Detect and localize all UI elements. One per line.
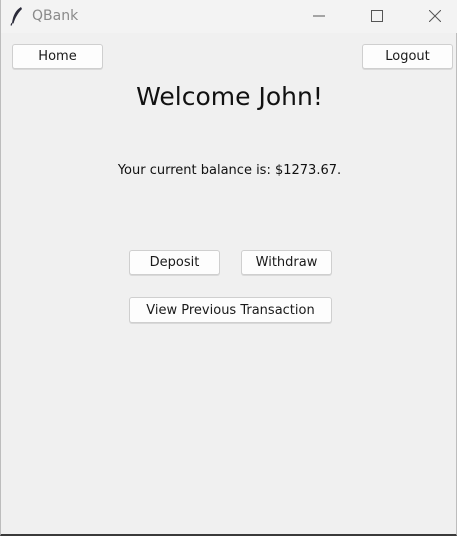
home-button[interactable]: Home bbox=[12, 44, 103, 69]
balance-text: Your current balance is: $1273.67. bbox=[117, 163, 342, 178]
window-title: QBank bbox=[32, 8, 79, 24]
close-button[interactable] bbox=[412, 0, 457, 33]
minimize-icon bbox=[313, 7, 325, 26]
welcome-heading: Welcome John! bbox=[136, 82, 323, 111]
maximize-button[interactable] bbox=[354, 0, 400, 33]
deposit-button[interactable]: Deposit bbox=[129, 250, 220, 275]
feather-icon bbox=[10, 6, 24, 26]
close-icon bbox=[428, 7, 442, 26]
title-bar[interactable]: QBank bbox=[1, 0, 457, 33]
app-window: QBank Home Logout Welcome John! Your cur… bbox=[0, 0, 457, 536]
withdraw-button[interactable]: Withdraw bbox=[241, 250, 332, 275]
minimize-button[interactable] bbox=[296, 0, 342, 33]
maximize-icon bbox=[371, 7, 383, 26]
logout-button[interactable]: Logout bbox=[362, 44, 453, 69]
view-previous-transaction-button[interactable]: View Previous Transaction bbox=[129, 297, 332, 323]
